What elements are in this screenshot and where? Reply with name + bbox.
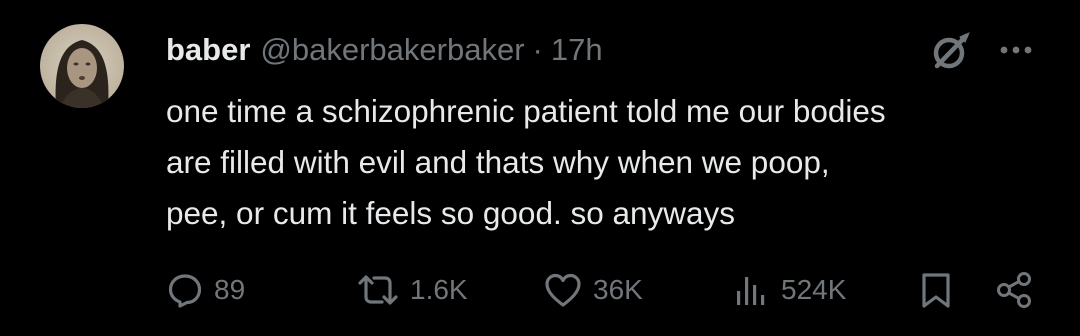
- tweet-text-line: pee, or cum it feels so good. so anyways: [166, 195, 736, 231]
- bookmark-button[interactable]: [918, 268, 954, 312]
- display-name[interactable]: baber: [166, 28, 250, 72]
- grok-icon[interactable]: [930, 30, 972, 72]
- like-count: 36K: [593, 274, 643, 305]
- reply-button[interactable]: 89: [166, 268, 245, 312]
- more-icon[interactable]: [996, 38, 1036, 62]
- reply-icon: [168, 274, 202, 308]
- tweet-header: baber @bakerbakerbaker · 17h: [166, 28, 603, 72]
- avatar[interactable]: [40, 24, 124, 108]
- tweet-text-line: are filled with evil and thats why when …: [166, 144, 830, 180]
- tweet-text: one time a schizophrenic patient told me…: [166, 86, 1056, 239]
- avatar-image: [40, 24, 124, 108]
- like-button[interactable]: 36K: [543, 268, 643, 312]
- separator-dot: ·: [532, 32, 543, 67]
- share-icon: [997, 272, 1031, 308]
- reply-count: 89: [214, 274, 246, 305]
- views-button[interactable]: 524K: [733, 268, 846, 312]
- tweet-text-line: one time a schizophrenic patient told me…: [166, 93, 886, 129]
- timestamp[interactable]: 17h: [551, 28, 603, 72]
- repost-icon: [358, 275, 398, 305]
- tweet-card[interactable]: baber @bakerbakerbaker · 17h one time a …: [0, 0, 1080, 336]
- bookmark-icon: [922, 273, 950, 308]
- share-button[interactable]: [994, 268, 1034, 312]
- user-handle[interactable]: @bakerbakerbaker: [260, 28, 524, 72]
- repost-button[interactable]: 1.6K: [356, 268, 468, 312]
- repost-count: 1.6K: [410, 274, 468, 305]
- heart-icon: [545, 273, 581, 307]
- views-count: 524K: [781, 274, 847, 305]
- views-icon: [737, 277, 765, 305]
